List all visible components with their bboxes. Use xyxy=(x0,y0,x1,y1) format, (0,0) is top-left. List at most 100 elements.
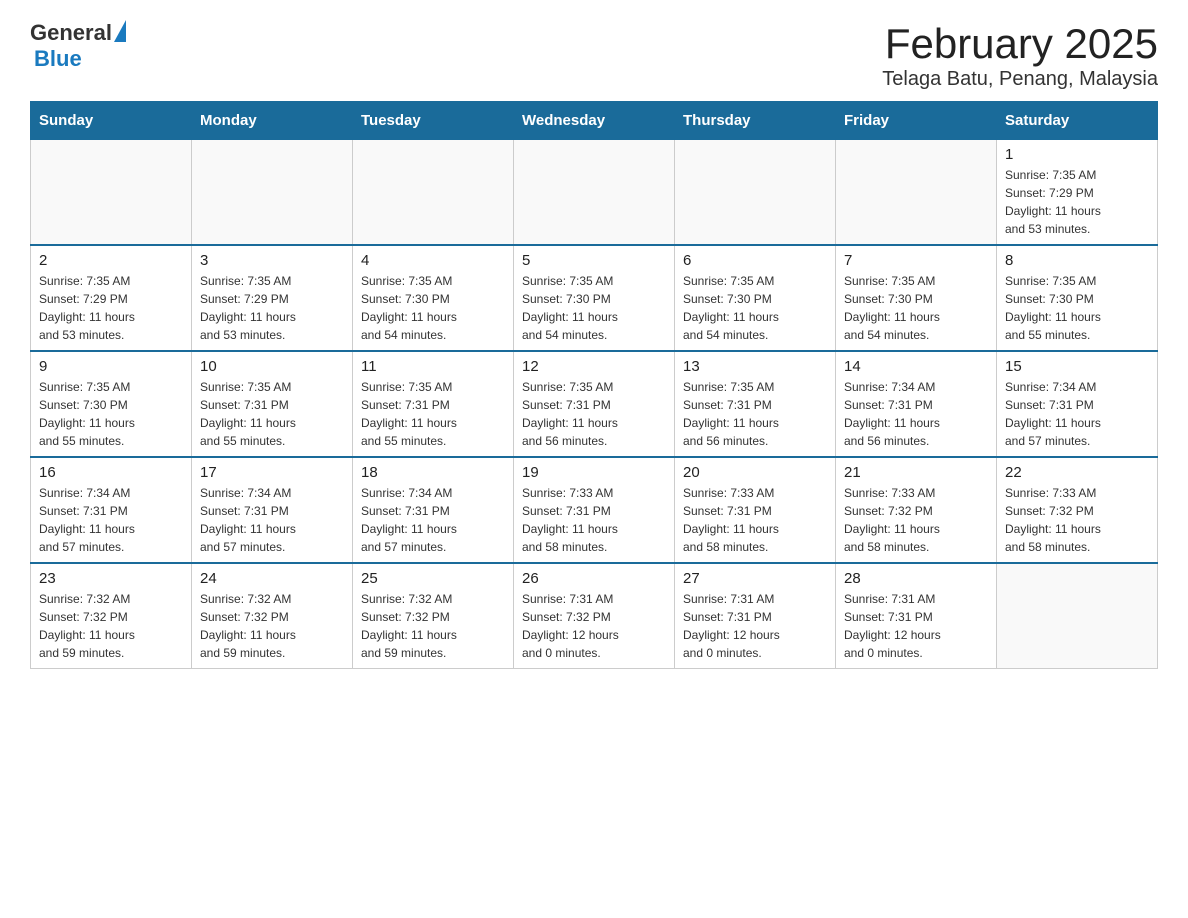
day-number: 2 xyxy=(39,252,183,269)
weekday-header-sunday: Sunday xyxy=(31,102,192,140)
calendar-cell: 10 Sunrise: 7:35 AM Sunset: 7:31 PM Dayli… xyxy=(192,351,353,457)
calendar-cell: 11 Sunrise: 7:35 AM Sunset: 7:31 PM Dayli… xyxy=(353,351,514,457)
day-number: 11 xyxy=(361,358,505,375)
day-number: 9 xyxy=(39,358,183,375)
day-number: 13 xyxy=(683,358,827,375)
calendar-cell: 27 Sunrise: 7:31 AM Sunset: 7:31 PM Dayli… xyxy=(675,563,836,669)
calendar-cell: 12 Sunrise: 7:35 AM Sunset: 7:31 PM Dayli… xyxy=(514,351,675,457)
calendar-week-5: 23 Sunrise: 7:32 AM Sunset: 7:32 PM Dayli… xyxy=(31,563,1158,669)
day-info: Sunrise: 7:35 AM Sunset: 7:29 PM Dayligh… xyxy=(39,272,183,344)
day-number: 12 xyxy=(522,358,666,375)
day-info: Sunrise: 7:34 AM Sunset: 7:31 PM Dayligh… xyxy=(844,378,988,450)
day-info: Sunrise: 7:34 AM Sunset: 7:31 PM Dayligh… xyxy=(200,484,344,556)
calendar-cell: 7 Sunrise: 7:35 AM Sunset: 7:30 PM Daylig… xyxy=(836,245,997,351)
calendar-cell: 18 Sunrise: 7:34 AM Sunset: 7:31 PM Dayli… xyxy=(353,457,514,563)
day-number: 20 xyxy=(683,464,827,481)
calendar-cell: 21 Sunrise: 7:33 AM Sunset: 7:32 PM Dayli… xyxy=(836,457,997,563)
day-info: Sunrise: 7:32 AM Sunset: 7:32 PM Dayligh… xyxy=(200,590,344,662)
calendar-cell: 26 Sunrise: 7:31 AM Sunset: 7:32 PM Dayli… xyxy=(514,563,675,669)
weekday-header-thursday: Thursday xyxy=(675,102,836,140)
day-info: Sunrise: 7:31 AM Sunset: 7:32 PM Dayligh… xyxy=(522,590,666,662)
calendar-cell xyxy=(514,140,675,246)
calendar-cell: 5 Sunrise: 7:35 AM Sunset: 7:30 PM Daylig… xyxy=(514,245,675,351)
calendar-cell xyxy=(836,140,997,246)
day-info: Sunrise: 7:34 AM Sunset: 7:31 PM Dayligh… xyxy=(1005,378,1149,450)
calendar-cell: 23 Sunrise: 7:32 AM Sunset: 7:32 PM Dayli… xyxy=(31,563,192,669)
logo-blue-text: Blue xyxy=(34,46,82,72)
day-info: Sunrise: 7:35 AM Sunset: 7:30 PM Dayligh… xyxy=(361,272,505,344)
calendar-week-2: 2 Sunrise: 7:35 AM Sunset: 7:29 PM Daylig… xyxy=(31,245,1158,351)
day-info: Sunrise: 7:34 AM Sunset: 7:31 PM Dayligh… xyxy=(39,484,183,556)
day-number: 14 xyxy=(844,358,988,375)
calendar-week-1: 1 Sunrise: 7:35 AM Sunset: 7:29 PM Daylig… xyxy=(31,140,1158,246)
day-info: Sunrise: 7:31 AM Sunset: 7:31 PM Dayligh… xyxy=(844,590,988,662)
day-number: 8 xyxy=(1005,252,1149,269)
day-info: Sunrise: 7:33 AM Sunset: 7:31 PM Dayligh… xyxy=(522,484,666,556)
day-info: Sunrise: 7:34 AM Sunset: 7:31 PM Dayligh… xyxy=(361,484,505,556)
calendar-cell: 14 Sunrise: 7:34 AM Sunset: 7:31 PM Dayli… xyxy=(836,351,997,457)
day-info: Sunrise: 7:32 AM Sunset: 7:32 PM Dayligh… xyxy=(39,590,183,662)
day-number: 3 xyxy=(200,252,344,269)
day-number: 5 xyxy=(522,252,666,269)
logo-general-text: General xyxy=(30,20,112,46)
day-info: Sunrise: 7:35 AM Sunset: 7:30 PM Dayligh… xyxy=(522,272,666,344)
calendar-cell: 15 Sunrise: 7:34 AM Sunset: 7:31 PM Dayli… xyxy=(997,351,1158,457)
day-info: Sunrise: 7:33 AM Sunset: 7:32 PM Dayligh… xyxy=(844,484,988,556)
calendar-cell: 19 Sunrise: 7:33 AM Sunset: 7:31 PM Dayli… xyxy=(514,457,675,563)
calendar-cell: 28 Sunrise: 7:31 AM Sunset: 7:31 PM Dayli… xyxy=(836,563,997,669)
day-info: Sunrise: 7:33 AM Sunset: 7:31 PM Dayligh… xyxy=(683,484,827,556)
weekday-header-monday: Monday xyxy=(192,102,353,140)
calendar-cell: 4 Sunrise: 7:35 AM Sunset: 7:30 PM Daylig… xyxy=(353,245,514,351)
day-number: 7 xyxy=(844,252,988,269)
calendar-cell: 3 Sunrise: 7:35 AM Sunset: 7:29 PM Daylig… xyxy=(192,245,353,351)
day-info: Sunrise: 7:35 AM Sunset: 7:31 PM Dayligh… xyxy=(200,378,344,450)
day-number: 6 xyxy=(683,252,827,269)
calendar-cell xyxy=(31,140,192,246)
calendar-cell xyxy=(353,140,514,246)
calendar-cell: 17 Sunrise: 7:34 AM Sunset: 7:31 PM Dayli… xyxy=(192,457,353,563)
day-info: Sunrise: 7:35 AM Sunset: 7:30 PM Dayligh… xyxy=(1005,272,1149,344)
calendar-cell: 13 Sunrise: 7:35 AM Sunset: 7:31 PM Dayli… xyxy=(675,351,836,457)
day-info: Sunrise: 7:32 AM Sunset: 7:32 PM Dayligh… xyxy=(361,590,505,662)
day-info: Sunrise: 7:35 AM Sunset: 7:31 PM Dayligh… xyxy=(683,378,827,450)
day-number: 27 xyxy=(683,570,827,587)
weekday-header-row: SundayMondayTuesdayWednesdayThursdayFrid… xyxy=(31,102,1158,140)
calendar-cell xyxy=(192,140,353,246)
day-number: 26 xyxy=(522,570,666,587)
calendar-cell: 22Sunrise: 7:33 AM Sunset: 7:32 PM Dayli… xyxy=(997,457,1158,563)
day-number: 18 xyxy=(361,464,505,481)
day-number: 19 xyxy=(522,464,666,481)
logo-triangle-icon xyxy=(114,20,126,42)
calendar-cell: 25 Sunrise: 7:32 AM Sunset: 7:32 PM Dayli… xyxy=(353,563,514,669)
calendar-cell: 6 Sunrise: 7:35 AM Sunset: 7:30 PM Daylig… xyxy=(675,245,836,351)
day-number: 17 xyxy=(200,464,344,481)
day-info: Sunrise: 7:31 AM Sunset: 7:31 PM Dayligh… xyxy=(683,590,827,662)
day-number: 23 xyxy=(39,570,183,587)
calendar-cell: 20 Sunrise: 7:33 AM Sunset: 7:31 PM Dayli… xyxy=(675,457,836,563)
day-number: 4 xyxy=(361,252,505,269)
calendar-cell: 9 Sunrise: 7:35 AM Sunset: 7:30 PM Daylig… xyxy=(31,351,192,457)
day-number: 10 xyxy=(200,358,344,375)
day-number: 15 xyxy=(1005,358,1149,375)
day-info: Sunrise: 7:35 AM Sunset: 7:31 PM Dayligh… xyxy=(361,378,505,450)
day-info: Sunrise: 7:35 AM Sunset: 7:30 PM Dayligh… xyxy=(844,272,988,344)
day-info: Sunrise: 7:35 AM Sunset: 7:29 PM Dayligh… xyxy=(200,272,344,344)
calendar-table: SundayMondayTuesdayWednesdayThursdayFrid… xyxy=(30,101,1158,669)
calendar-cell: 24 Sunrise: 7:32 AM Sunset: 7:32 PM Dayli… xyxy=(192,563,353,669)
day-info: Sunrise: 7:35 AM Sunset: 7:29 PM Dayligh… xyxy=(1005,166,1149,238)
day-info: Sunrise: 7:35 AM Sunset: 7:31 PM Dayligh… xyxy=(522,378,666,450)
page-header: General Blue February 2025 Telaga Batu, … xyxy=(30,20,1158,91)
location-title: Telaga Batu, Penang, Malaysia xyxy=(882,68,1158,91)
day-number: 25 xyxy=(361,570,505,587)
day-number: 24 xyxy=(200,570,344,587)
day-info: Sunrise: 7:35 AM Sunset: 7:30 PM Dayligh… xyxy=(683,272,827,344)
weekday-header-saturday: Saturday xyxy=(997,102,1158,140)
weekday-header-tuesday: Tuesday xyxy=(353,102,514,140)
calendar-cell: 8 Sunrise: 7:35 AM Sunset: 7:30 PM Daylig… xyxy=(997,245,1158,351)
day-number: 1 xyxy=(1005,146,1149,163)
day-number: 28 xyxy=(844,570,988,587)
month-title: February 2025 xyxy=(882,20,1158,68)
day-number: 21 xyxy=(844,464,988,481)
day-number: 16 xyxy=(39,464,183,481)
day-info: Sunrise: 7:35 AM Sunset: 7:30 PM Dayligh… xyxy=(39,378,183,450)
